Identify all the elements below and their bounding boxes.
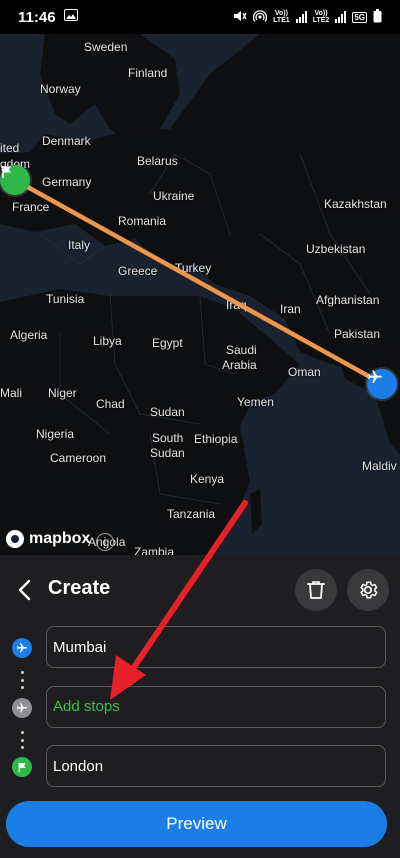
- mute-icon: [233, 10, 247, 25]
- trash-icon: [307, 581, 325, 599]
- add-stops-field[interactable]: Add stops: [46, 686, 386, 728]
- destination-marker[interactable]: [0, 165, 30, 195]
- add-stop-indicator: [12, 698, 32, 718]
- battery-icon: [373, 8, 382, 26]
- stop-row-origin: [0, 626, 400, 670]
- origin-marker[interactable]: [367, 369, 397, 399]
- settings-button[interactable]: [347, 569, 389, 611]
- airplane-icon: [17, 703, 27, 713]
- delete-button[interactable]: [295, 569, 337, 611]
- signal-1-icon: [295, 11, 307, 23]
- page-title: Create: [48, 577, 111, 599]
- panel-header: Create: [0, 555, 400, 625]
- signal-2-icon: [335, 11, 347, 23]
- flag-icon: [18, 762, 26, 772]
- status-icons: Vo)) LTE1 Vo)) LTE2 5G: [233, 8, 382, 26]
- gear-icon: [360, 581, 378, 599]
- sim2-label: Vo)) LTE2: [312, 10, 330, 24]
- status-time: 11:46: [18, 8, 56, 26]
- hotspot-icon: [252, 9, 268, 25]
- origin-input[interactable]: [46, 626, 386, 668]
- network-type: 5G: [352, 11, 367, 23]
- airplane-icon: [17, 643, 27, 653]
- destination-input[interactable]: [46, 745, 386, 787]
- airplane-icon: [368, 370, 382, 383]
- preview-button[interactable]: Preview: [6, 801, 387, 847]
- sim1-label: Vo)) LTE1: [273, 10, 290, 24]
- stop-row-destination: [0, 745, 400, 789]
- destination-stop-indicator: [12, 757, 32, 777]
- flag-icon: [2, 166, 11, 178]
- chevron-left-icon: [18, 579, 31, 601]
- stop-row-add: Add stops: [0, 686, 400, 730]
- mapbox-logo-icon: [6, 530, 24, 548]
- map-view[interactable]: Sweden Finland Norway ited gdom Denmark …: [0, 34, 400, 555]
- create-panel: Create Add stops Preview: [0, 555, 400, 858]
- route-line: [12, 177, 384, 386]
- origin-stop-indicator: [12, 638, 32, 658]
- status-bar: 11:46 Vo)) LTE1 Vo)) LTE2 5G: [0, 0, 400, 34]
- info-icon[interactable]: i: [96, 533, 114, 551]
- back-button[interactable]: [10, 575, 38, 605]
- gallery-icon: [63, 8, 78, 26]
- status-left: 11:46: [18, 8, 78, 26]
- mapbox-logo: mapbox: [6, 530, 90, 548]
